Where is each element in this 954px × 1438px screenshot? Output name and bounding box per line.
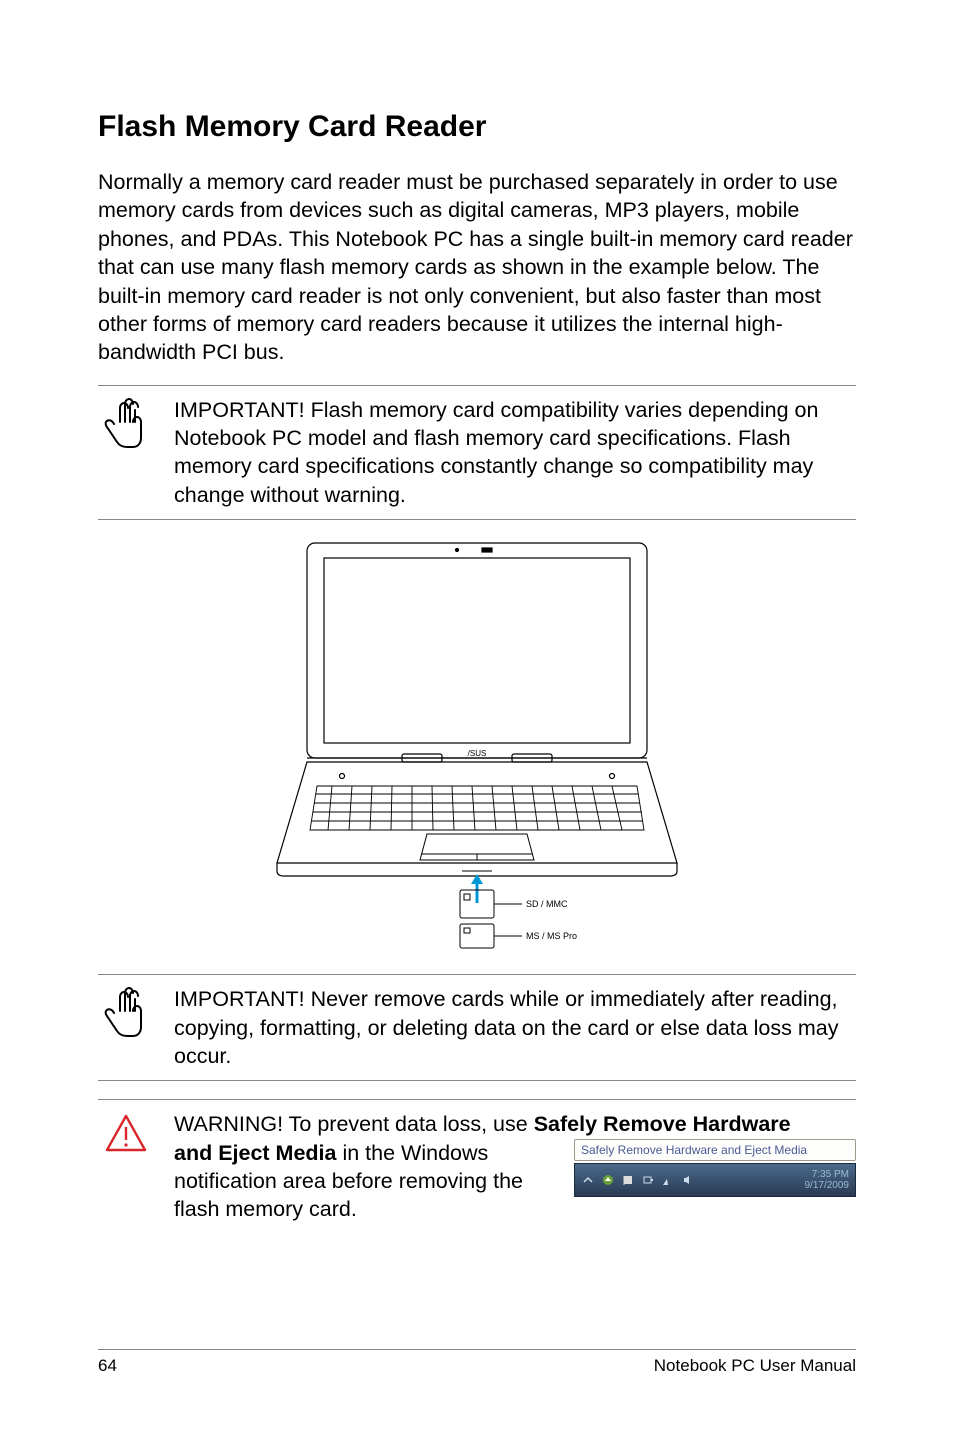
important-note-1: IMPORTANT! Flash memory card compatibili… (98, 385, 856, 521)
important-note-2: IMPORTANT! Never remove cards while or i… (98, 974, 856, 1081)
ms-label: MS / MS Pro (526, 931, 577, 941)
hand-icon (98, 396, 154, 450)
section-heading: Flash Memory Card Reader (98, 110, 856, 144)
warning-icon (98, 1110, 154, 1158)
intro-paragraph: Normally a memory card reader must be pu… (98, 168, 856, 367)
warning-prefix: WARNING! To prevent data loss, use (174, 1112, 534, 1136)
taskbar: 7:35 PM 9/17/2009 (574, 1163, 856, 1197)
tray-time: 7:35 PM (805, 1169, 850, 1180)
tray-clock: 7:35 PM 9/17/2009 (805, 1169, 850, 1191)
tray-flag-icon (621, 1173, 635, 1187)
warning-text-rest: and Eject Media in the Windows notificat… (174, 1139, 560, 1224)
tray-date: 9/17/2009 (805, 1180, 850, 1191)
note1-text: IMPORTANT! Flash memory card compatibili… (174, 396, 856, 510)
tray-chevron-icon (581, 1173, 595, 1187)
tray-volume-icon (681, 1173, 695, 1187)
svg-text:/SUS: /SUS (468, 749, 487, 758)
page-number: 64 (98, 1356, 117, 1376)
laptop-illustration: /SUS (98, 538, 856, 958)
tray-tooltip-screenshot: Safely Remove Hardware and Eject Media (574, 1139, 856, 1197)
manual-title: Notebook PC User Manual (654, 1356, 856, 1376)
warning-bold: Safely Remove Hardware (534, 1112, 791, 1136)
tooltip-label: Safely Remove Hardware and Eject Media (574, 1139, 856, 1161)
warning-bold-2: and Eject Media (174, 1141, 337, 1165)
sd-label: SD / MMC (526, 899, 568, 909)
page-footer: 64 Notebook PC User Manual (98, 1349, 856, 1376)
hand-icon (98, 985, 154, 1039)
tray-network-icon (661, 1173, 675, 1187)
tray-eject-icon (601, 1173, 615, 1187)
tray-battery-icon (641, 1173, 655, 1187)
warning-note: WARNING! To prevent data loss, use Safel… (98, 1099, 856, 1224)
warning-text-line1: WARNING! To prevent data loss, use Safel… (174, 1110, 856, 1138)
note2-text: IMPORTANT! Never remove cards while or i… (174, 985, 856, 1070)
